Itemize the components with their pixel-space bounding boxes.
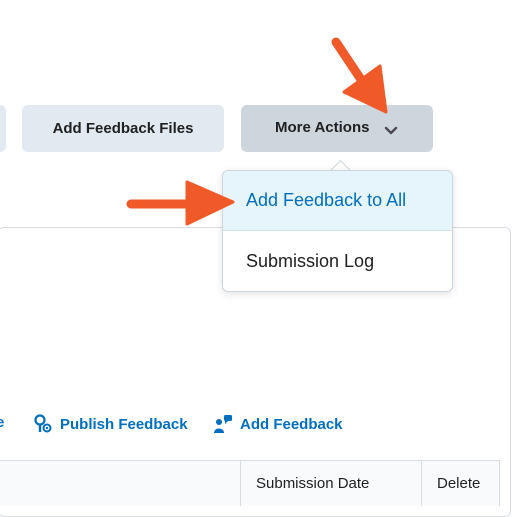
partial-link[interactable]: e xyxy=(0,414,4,431)
menu-item-submission-log[interactable]: Submission Log xyxy=(223,231,452,291)
annotation-arrow-icon xyxy=(126,180,235,226)
add-feedback-link[interactable]: Add Feedback xyxy=(213,414,343,434)
more-actions-menu: Add Feedback to All Submission Log xyxy=(222,170,453,292)
annotation-arrow-icon xyxy=(331,37,388,114)
menu-item-add-feedback-to-all[interactable]: Add Feedback to All xyxy=(223,171,452,231)
publish-feedback-icon xyxy=(34,414,52,433)
column-header-delete[interactable]: Delete xyxy=(421,461,500,506)
partial-link-text: e xyxy=(0,414,5,431)
publish-feedback-label: Publish Feedback xyxy=(60,415,188,433)
add-feedback-label: Add Feedback xyxy=(240,415,343,433)
add-feedback-files-label: Add Feedback Files xyxy=(52,120,194,137)
partially-visible-button[interactable] xyxy=(0,105,6,152)
add-feedback-files-button[interactable]: Add Feedback Files xyxy=(22,105,224,152)
table-header: Submission Date Delete xyxy=(0,460,500,506)
column-header-submission-date[interactable]: Submission Date xyxy=(240,461,421,506)
action-links-row: e Publish Feedback Add Feedback xyxy=(0,414,525,436)
add-feedback-icon xyxy=(214,415,232,433)
chevron-down-icon xyxy=(384,126,398,135)
more-actions-label: More Actions xyxy=(275,119,370,136)
publish-feedback-link[interactable]: Publish Feedback xyxy=(33,414,188,434)
